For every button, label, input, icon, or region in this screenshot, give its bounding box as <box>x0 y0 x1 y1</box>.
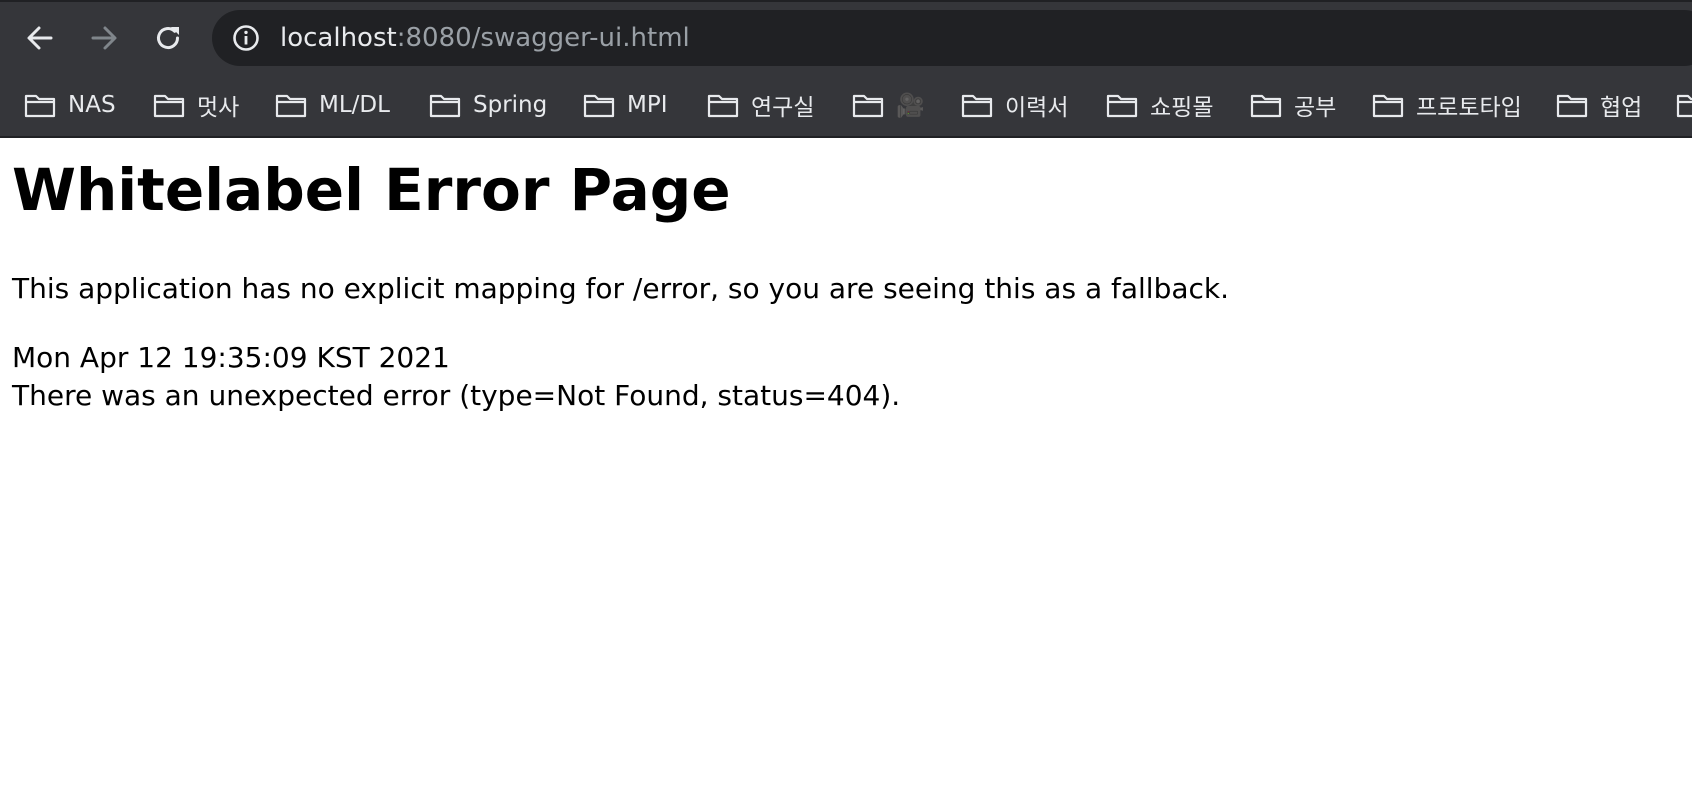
bookmark-label: Spring <box>473 92 548 118</box>
folder-icon <box>275 94 307 118</box>
toolbar-top-border <box>0 0 1692 2</box>
bookmark-folder-ml-dl[interactable]: ML/DL <box>275 74 390 136</box>
folder-icon <box>1676 94 1692 118</box>
bookmark-label: 🎥 <box>896 92 925 119</box>
bookmark-folder-lab[interactable]: 연구실 <box>707 74 814 136</box>
folder-icon <box>852 94 884 118</box>
bookmark-folder-prototype[interactable]: 프로토타입 <box>1372 74 1522 136</box>
reload-button[interactable] <box>148 18 188 58</box>
bookmark-label: NAS <box>68 92 116 118</box>
error-details: There was an unexpected error (type=Not … <box>12 379 901 412</box>
bookmark-label: 연구실 <box>751 95 815 121</box>
bookmark-folder-spring[interactable]: Spring <box>429 74 547 136</box>
bookmark-label: MPI <box>627 92 668 118</box>
info-icon[interactable] <box>232 24 260 52</box>
bookmark-folder-nas[interactable]: NAS <box>24 74 116 136</box>
bookmark-label: 멋사 <box>197 95 240 121</box>
page-title: Whitelabel Error Page <box>12 156 731 224</box>
address-bar[interactable]: localhost:8080/swagger-ui.html <box>212 10 1692 66</box>
arrow-right-icon <box>89 23 119 53</box>
bookmark-label: 이력서 <box>1005 95 1069 121</box>
bookmark-folder-mpi[interactable]: MPI <box>583 74 668 136</box>
bookmarks-bar: NAS 멋사 ML/DL Spring MPI 연구실 🎥 이력서 쇼핑몰 공부… <box>0 74 1692 138</box>
folder-icon <box>961 94 993 118</box>
folder-icon <box>1372 94 1404 118</box>
bookmark-label: ML/DL <box>319 92 390 118</box>
page-content: Whitelabel Error Page This application h… <box>0 138 1692 806</box>
bookmark-label: 쇼핑몰 <box>1150 95 1214 121</box>
folder-icon <box>1106 94 1138 118</box>
folder-icon <box>24 94 56 118</box>
folder-icon <box>153 94 185 118</box>
bookmark-folder-resume[interactable]: 이력서 <box>961 74 1068 136</box>
url-path: :8080/swagger-ui.html <box>396 23 690 53</box>
back-button[interactable] <box>20 18 60 58</box>
reload-icon <box>153 23 183 53</box>
folder-icon <box>1250 94 1282 118</box>
forward-button[interactable] <box>84 18 124 58</box>
folder-icon <box>707 94 739 118</box>
bookmark-folder-overflow[interactable] <box>1676 74 1692 136</box>
bookmark-folder-collab[interactable]: 협업 <box>1556 74 1642 136</box>
bookmark-folder-study[interactable]: 공부 <box>1250 74 1336 136</box>
bookmark-folder-camera[interactable]: 🎥 <box>852 74 925 136</box>
folder-icon <box>1556 94 1588 118</box>
bookmark-label: 공부 <box>1294 95 1337 121</box>
bookmark-folder-meotsa[interactable]: 멋사 <box>153 74 239 136</box>
error-message: This application has no explicit mapping… <box>12 272 1230 305</box>
folder-icon <box>583 94 615 118</box>
url-host: localhost <box>280 23 397 53</box>
arrow-left-icon <box>25 23 55 53</box>
folder-icon <box>429 94 461 118</box>
url-text[interactable]: localhost:8080/swagger-ui.html <box>280 10 690 66</box>
browser-toolbar: localhost:8080/swagger-ui.html <box>0 0 1692 74</box>
bookmark-folder-shopping[interactable]: 쇼핑몰 <box>1106 74 1213 136</box>
bookmark-label: 프로토타입 <box>1416 95 1522 121</box>
error-timestamp: Mon Apr 12 19:35:09 KST 2021 <box>12 341 450 374</box>
bookmark-label: 협업 <box>1600 95 1643 121</box>
